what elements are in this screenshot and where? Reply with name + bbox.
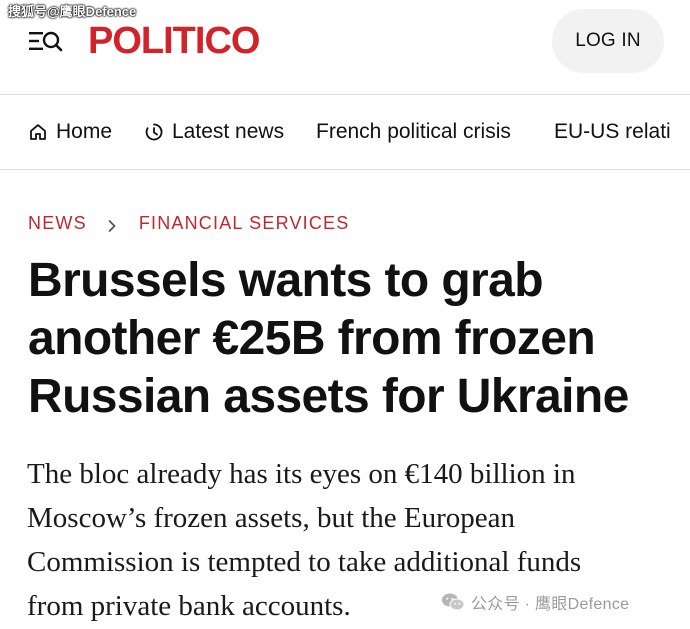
nav-item-label: Home <box>56 120 113 143</box>
dek-line: Commission is tempted to take additional… <box>27 546 582 578</box>
nav-item-home[interactable]: Home <box>28 119 112 145</box>
wechat-icon <box>441 592 465 612</box>
nav-item-eu-us-relations[interactable]: EU-US relati <box>554 119 671 145</box>
dek-line: The bloc already has its eyes on €140 bi… <box>27 458 576 490</box>
nav-item-label: French political crisis <box>316 120 511 143</box>
nav-item-french-political-crisis[interactable]: French political crisis <box>316 119 511 145</box>
login-button[interactable]: LOG IN <box>552 9 664 73</box>
watermark-top: 搜狐号@鹰眼Defence <box>8 4 137 19</box>
headline-line: Russian assets for Ukraine <box>28 370 629 423</box>
nav-item-latest-news[interactable]: Latest news <box>144 119 284 145</box>
headline-line: Brussels wants to grab <box>28 254 544 307</box>
menu-search-icon[interactable] <box>28 29 64 53</box>
home-icon <box>28 122 48 142</box>
primary-nav: Home Latest news French political crisis… <box>0 95 690 169</box>
dek-line: Moscow’s frozen assets, but the European <box>27 502 516 534</box>
nav-divider <box>0 169 690 170</box>
headline-line: another €25B from frozen <box>28 312 596 365</box>
breadcrumb: NEWS FINANCIAL SERVICES <box>28 212 349 234</box>
breadcrumb-financial-services[interactable]: FINANCIAL SERVICES <box>139 212 350 234</box>
watermark-text: 公众号 · 鹰眼Defence <box>471 596 630 613</box>
politico-logo[interactable]: POLITICO <box>88 18 260 64</box>
chevron-right-icon <box>105 216 119 232</box>
watermark-bottom: 公众号 · 鹰眼Defence <box>441 591 629 613</box>
nav-item-label: Latest news <box>172 120 285 143</box>
breadcrumb-news[interactable]: NEWS <box>28 212 87 234</box>
clock-icon <box>144 122 164 142</box>
nav-item-label: EU-US relati <box>554 120 671 143</box>
article-headline: Brussels wants to grab another €25B from… <box>28 252 668 426</box>
